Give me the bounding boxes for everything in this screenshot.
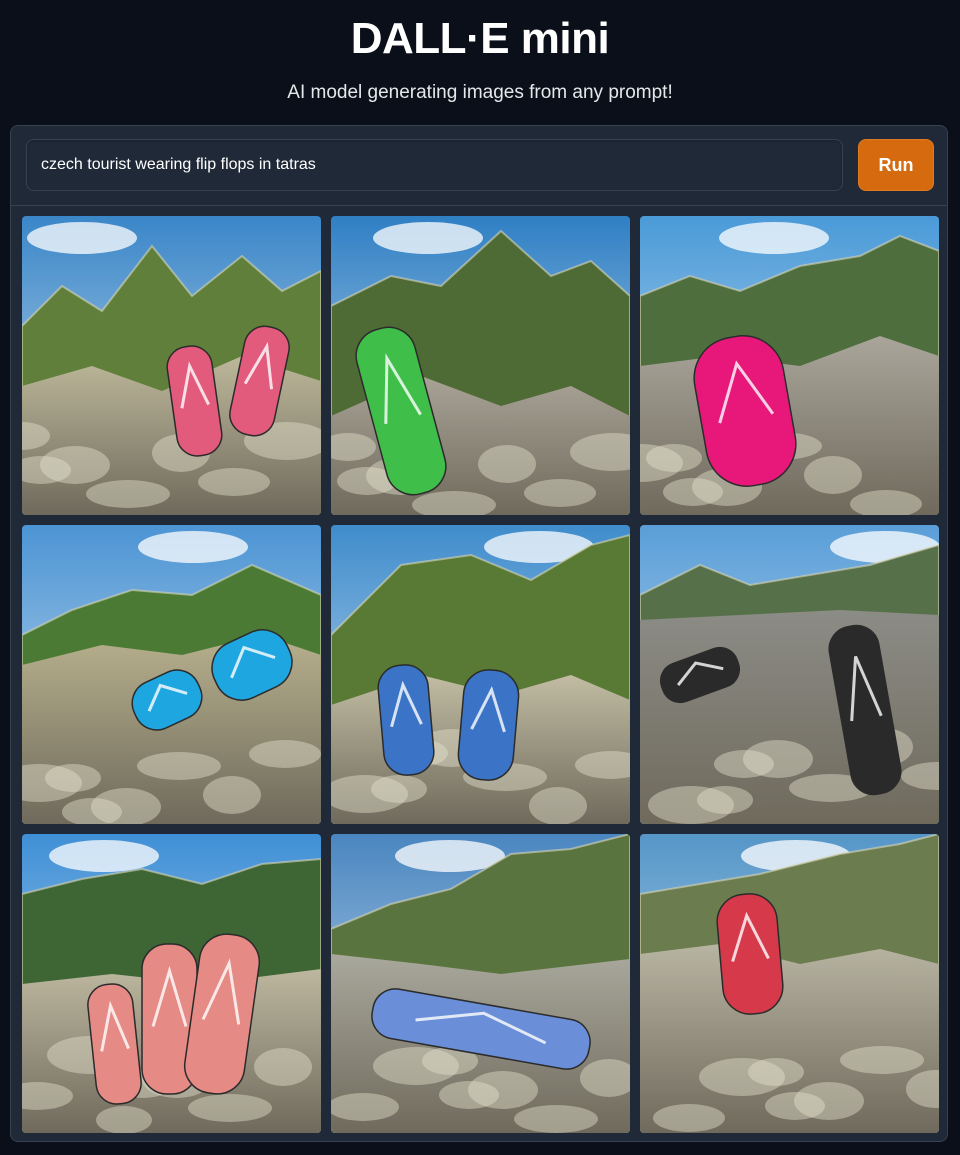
generator-panel: Run bbox=[10, 125, 948, 1142]
generated-image-2[interactable] bbox=[331, 216, 630, 515]
generated-image-graphic bbox=[331, 525, 630, 824]
image-gallery bbox=[22, 216, 940, 1134]
generated-image-5[interactable] bbox=[331, 525, 630, 824]
prompt-input[interactable] bbox=[26, 139, 843, 191]
generated-image-7[interactable] bbox=[22, 834, 321, 1133]
generated-image-8[interactable] bbox=[331, 834, 630, 1133]
generated-image-1[interactable] bbox=[22, 216, 321, 515]
run-button[interactable]: Run bbox=[858, 139, 934, 191]
generated-image-graphic bbox=[22, 525, 321, 824]
page-title: DALL·E mini bbox=[350, 14, 610, 63]
generated-image-9[interactable] bbox=[640, 834, 939, 1133]
generated-image-4[interactable] bbox=[22, 525, 321, 824]
generated-image-graphic bbox=[22, 834, 321, 1133]
dalle-mini-page: DALL·E mini AI model generating images f… bbox=[0, 0, 960, 1155]
generated-image-graphic bbox=[640, 216, 939, 515]
generated-image-3[interactable] bbox=[640, 216, 939, 515]
generated-image-graphic bbox=[331, 834, 630, 1133]
generated-image-graphic bbox=[640, 834, 939, 1133]
prompt-row: Run bbox=[11, 126, 947, 206]
generated-image-6[interactable] bbox=[640, 525, 939, 824]
generated-image-graphic bbox=[22, 216, 321, 515]
generated-image-graphic bbox=[331, 216, 630, 515]
page-subtitle: AI model generating images from any prom… bbox=[287, 82, 673, 103]
generated-image-graphic bbox=[640, 525, 939, 824]
